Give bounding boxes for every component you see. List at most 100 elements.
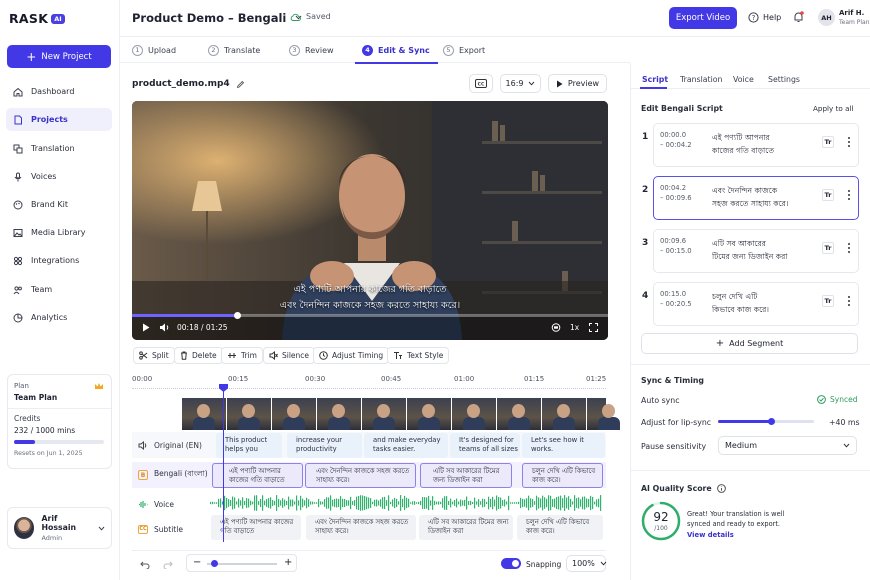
delete-button[interactable]: Delete [174,347,223,364]
text-style-button[interactable]: Tr [822,242,834,254]
text-style-button[interactable]: Text Style [387,347,450,364]
bengali-segment[interactable]: চলুন দেখি এটি কিভাবে কাজ করে। [522,463,603,488]
ai-quality-title: AI Quality Score [641,484,712,493]
tab-voice[interactable]: Voice [733,75,754,84]
more-options-icon[interactable] [848,296,850,308]
bengali-segment[interactable]: এটি সব আকারের টিমের জন্য ডিজাইন করা [420,463,512,488]
volume-icon[interactable] [159,323,170,332]
redo-icon[interactable] [163,560,173,569]
subtitle-segment[interactable]: এটি সব আকারের টিমের জন্য ডিজাইন করা [419,515,513,540]
pencil-icon[interactable] [236,80,245,89]
timeline-zoom-select[interactable]: 100% [566,555,607,572]
segment-text[interactable]: চলুন দেখি এটি কিভাবে কাজ করে। [712,290,769,316]
zoom-slider-handle[interactable] [211,560,218,567]
add-segment-button[interactable]: + Add Segment [641,333,858,354]
lip-sync-slider-handle[interactable] [767,418,775,425]
speaker-icon [138,440,148,450]
playhead-handle[interactable] [219,384,228,392]
video-progress-bar[interactable] [132,312,608,319]
sidebar-item-translation[interactable]: Translation [6,137,112,160]
aspect-ratio-select[interactable]: 16:9 [500,74,541,93]
zoom-out-icon[interactable]: − [193,557,201,568]
lip-sync-slider[interactable] [718,418,814,425]
segment-text[interactable]: এটি সব আকারের টিমের জন্য ডিজাইন করা [712,237,787,263]
step-export[interactable]: 5 Export [443,37,485,63]
original-segment[interactable]: Let's see how it works. [522,433,605,458]
waveform-icon [138,500,148,509]
step-upload[interactable]: 1 Upload [132,37,176,63]
user-menu[interactable]: Arif Hossain Admin [7,507,112,549]
step-edit-sync[interactable]: 4 Edit & Sync [355,37,438,64]
sidebar-item-brand-kit[interactable]: Brand Kit [6,193,112,216]
sidebar-item-voices[interactable]: Voices [6,165,112,188]
text-style-button[interactable]: Tr [822,189,834,201]
script-segment-card[interactable]: 00:09.6 – 00:15.0 এটি সব আকারের টিমের জন্য… [653,229,859,273]
bengali-segment[interactable]: এবং দৈনন্দিন কাজকে সহজ করতে সাহায্য করে। [305,463,416,488]
captions-toggle-button[interactable]: CC [469,74,493,93]
split-button[interactable]: Split [133,347,175,364]
sidebar-item-team[interactable]: Team [6,278,112,301]
text-style-button[interactable]: Tr [822,136,834,148]
subtitle-segment[interactable]: এবং দৈনন্দিন কাজকে সহজ করতে সাহায্য করে। [306,515,416,540]
tab-translation[interactable]: Translation [680,75,722,84]
script-segment-card[interactable]: 00:15.0 – 00:20.5 চলুন দেখি এটি কিভাবে কাজ… [653,282,859,326]
video-player[interactable]: এই পণ্যটি আপনার কাজের গতি বাড়াতে এবং দৈ… [132,101,608,340]
more-options-icon[interactable] [848,190,850,202]
script-segment-card[interactable]: 00:00.0 – 00:04.2 এই পণ্যটি আপনার কাজের গত… [653,123,859,167]
snapping-toggle[interactable] [501,558,521,569]
bengali-segment[interactable]: এই পণ্যটি আপনার কাজের গতি বাড়াতে [212,463,303,488]
more-options-icon[interactable] [848,137,850,149]
undo-icon[interactable] [140,560,150,569]
original-segment[interactable]: This product helps you [216,433,282,458]
captions-icon[interactable] [551,323,561,332]
subtitle-segment[interactable]: এই পণ্যটি আপনার কাজের গতি বাড়াতে [211,515,301,540]
sidebar-item-projects[interactable]: Projects [6,108,112,131]
sidebar-item-integrations[interactable]: Integrations [6,249,112,272]
logo[interactable]: RASK AI [9,11,65,26]
sidebar-item-dashboard[interactable]: Dashboard [6,80,112,103]
text-style-button[interactable]: Tr [822,295,834,307]
avatar[interactable]: AH [818,9,835,26]
header-user[interactable]: Arif H. Team Plan [839,9,870,26]
segment-text[interactable]: এবং দৈনন্দিন কাজকে সহজ করতে সাহায্য করে। [712,184,789,210]
view-details-link[interactable]: View details [687,531,734,539]
step-translate[interactable]: 2 Translate [208,37,260,63]
script-segment-card[interactable]: 00:04.2 – 00:09.6 এবং দৈনন্দিন কাজকে সহজ ক… [653,176,859,220]
tab-settings[interactable]: Settings [768,75,800,84]
new-project-button[interactable]: + New Project [7,45,111,68]
playback-speed[interactable]: 1x [570,323,579,332]
original-segment[interactable]: and make everyday tasks easier. [364,433,448,458]
preview-button[interactable]: Preview [548,74,607,93]
original-segment[interactable]: increase your productivity [287,433,362,458]
trim-button[interactable]: Trim [221,347,263,364]
sidebar-item-media-library[interactable]: Media Library [6,221,112,244]
more-options-icon[interactable] [848,243,850,255]
bell-icon[interactable] [793,11,804,23]
export-video-button[interactable]: Export Video [669,7,737,29]
original-segment[interactable]: It's designed for teams of all sizes [450,433,520,458]
segment-text[interactable]: এই পণ্যটি আপনার কাজের গতি বাড়াতে [712,131,774,157]
video-progress-handle[interactable] [233,312,241,319]
playhead[interactable] [223,386,224,542]
pause-sensitivity-select[interactable]: Medium [718,436,857,455]
voice-waveform[interactable] [210,493,606,513]
sidebar-item-analytics[interactable]: Analytics [6,306,112,329]
silence-button[interactable]: Silence [263,347,316,364]
page-title[interactable]: Product Demo – Bengali [132,11,302,25]
palette-icon [13,200,23,210]
active-tab-indicator [640,87,667,89]
fullscreen-icon[interactable] [589,323,598,332]
video-thumbnail [317,398,361,430]
apply-to-all-button[interactable]: Apply to all [813,104,853,113]
help-button[interactable]: ? Help [748,12,781,23]
tab-script[interactable]: Script [642,75,668,84]
info-icon[interactable] [716,484,726,493]
play-icon[interactable] [142,323,150,332]
zoom-in-icon[interactable]: + [284,557,292,568]
adjust-timing-button[interactable]: Adjust Timing [313,347,390,364]
subtitle-segment[interactable]: চলুন দেখি এটি কিভাবে কাজ করে। [517,515,603,540]
step-review[interactable]: 3 Review [289,37,334,63]
credits-bar [14,440,104,444]
section-divider [630,364,870,365]
lip-sync-value: +40 ms [829,418,860,427]
